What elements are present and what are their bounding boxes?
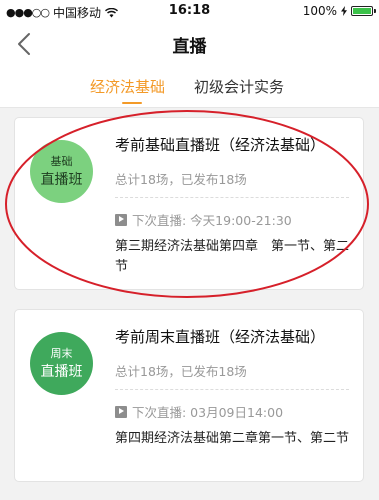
course-summary: 总计18场，已发布18场 <box>115 172 247 187</box>
course-description: 第四期经济法基础第二章第一节、第二节 <box>115 431 350 446</box>
badge-top-label: 基础 <box>50 154 73 168</box>
nav-bar: 直播 <box>0 22 379 66</box>
next-live-row: 下次直播: 今天19:00-21:30 <box>115 210 292 229</box>
status-bar: ●●●○○ 中国移动 16:18 100% <box>0 0 379 22</box>
next-live-row: 下次直播: 03月09日14:00 <box>115 402 283 421</box>
charging-icon <box>341 6 347 16</box>
play-icon <box>115 405 127 418</box>
active-tab-indicator <box>122 102 142 104</box>
battery-icon <box>351 6 376 16</box>
course-summary: 总计18场，已发布18场 <box>115 364 247 379</box>
status-right: 100% <box>302 4 376 18</box>
battery-percent: 100% <box>302 4 337 18</box>
course-card[interactable]: 基础 直播班 考前基础直播班（经济法基础） 总计18场，已发布18场 下次直播:… <box>14 117 364 290</box>
course-title: 考前周末直播班（经济法基础） <box>115 328 326 346</box>
badge-top-label: 周末 <box>50 346 73 360</box>
tab-economic-law[interactable]: 经济法基础 <box>90 76 165 97</box>
badge-bottom-label: 直播班 <box>40 363 83 380</box>
play-icon <box>115 213 127 226</box>
next-live-text: 下次直播: 今天19:00-21:30 <box>132 213 292 228</box>
course-badge: 周末 直播班 <box>30 332 93 395</box>
course-title: 考前基础直播班（经济法基础） <box>115 136 326 154</box>
course-description: 第三期经济法基础第四章 第一节、第二节 <box>115 239 350 274</box>
card-divider <box>115 389 349 390</box>
back-button[interactable] <box>10 30 38 58</box>
course-card[interactable]: 周末 直播班 考前周末直播班（经济法基础） 总计18场，已发布18场 下次直播:… <box>14 309 364 482</box>
course-badge: 基础 直播班 <box>30 140 93 203</box>
chevron-left-icon <box>18 33 30 55</box>
card-divider <box>115 197 349 198</box>
next-live-text: 下次直播: 03月09日14:00 <box>132 405 284 420</box>
badge-bottom-label: 直播班 <box>40 171 83 188</box>
tab-accounting-practice[interactable]: 初级会计实务 <box>194 76 284 97</box>
tab-bar: 经济法基础 初级会计实务 <box>0 66 379 108</box>
page-title: 直播 <box>172 37 207 57</box>
